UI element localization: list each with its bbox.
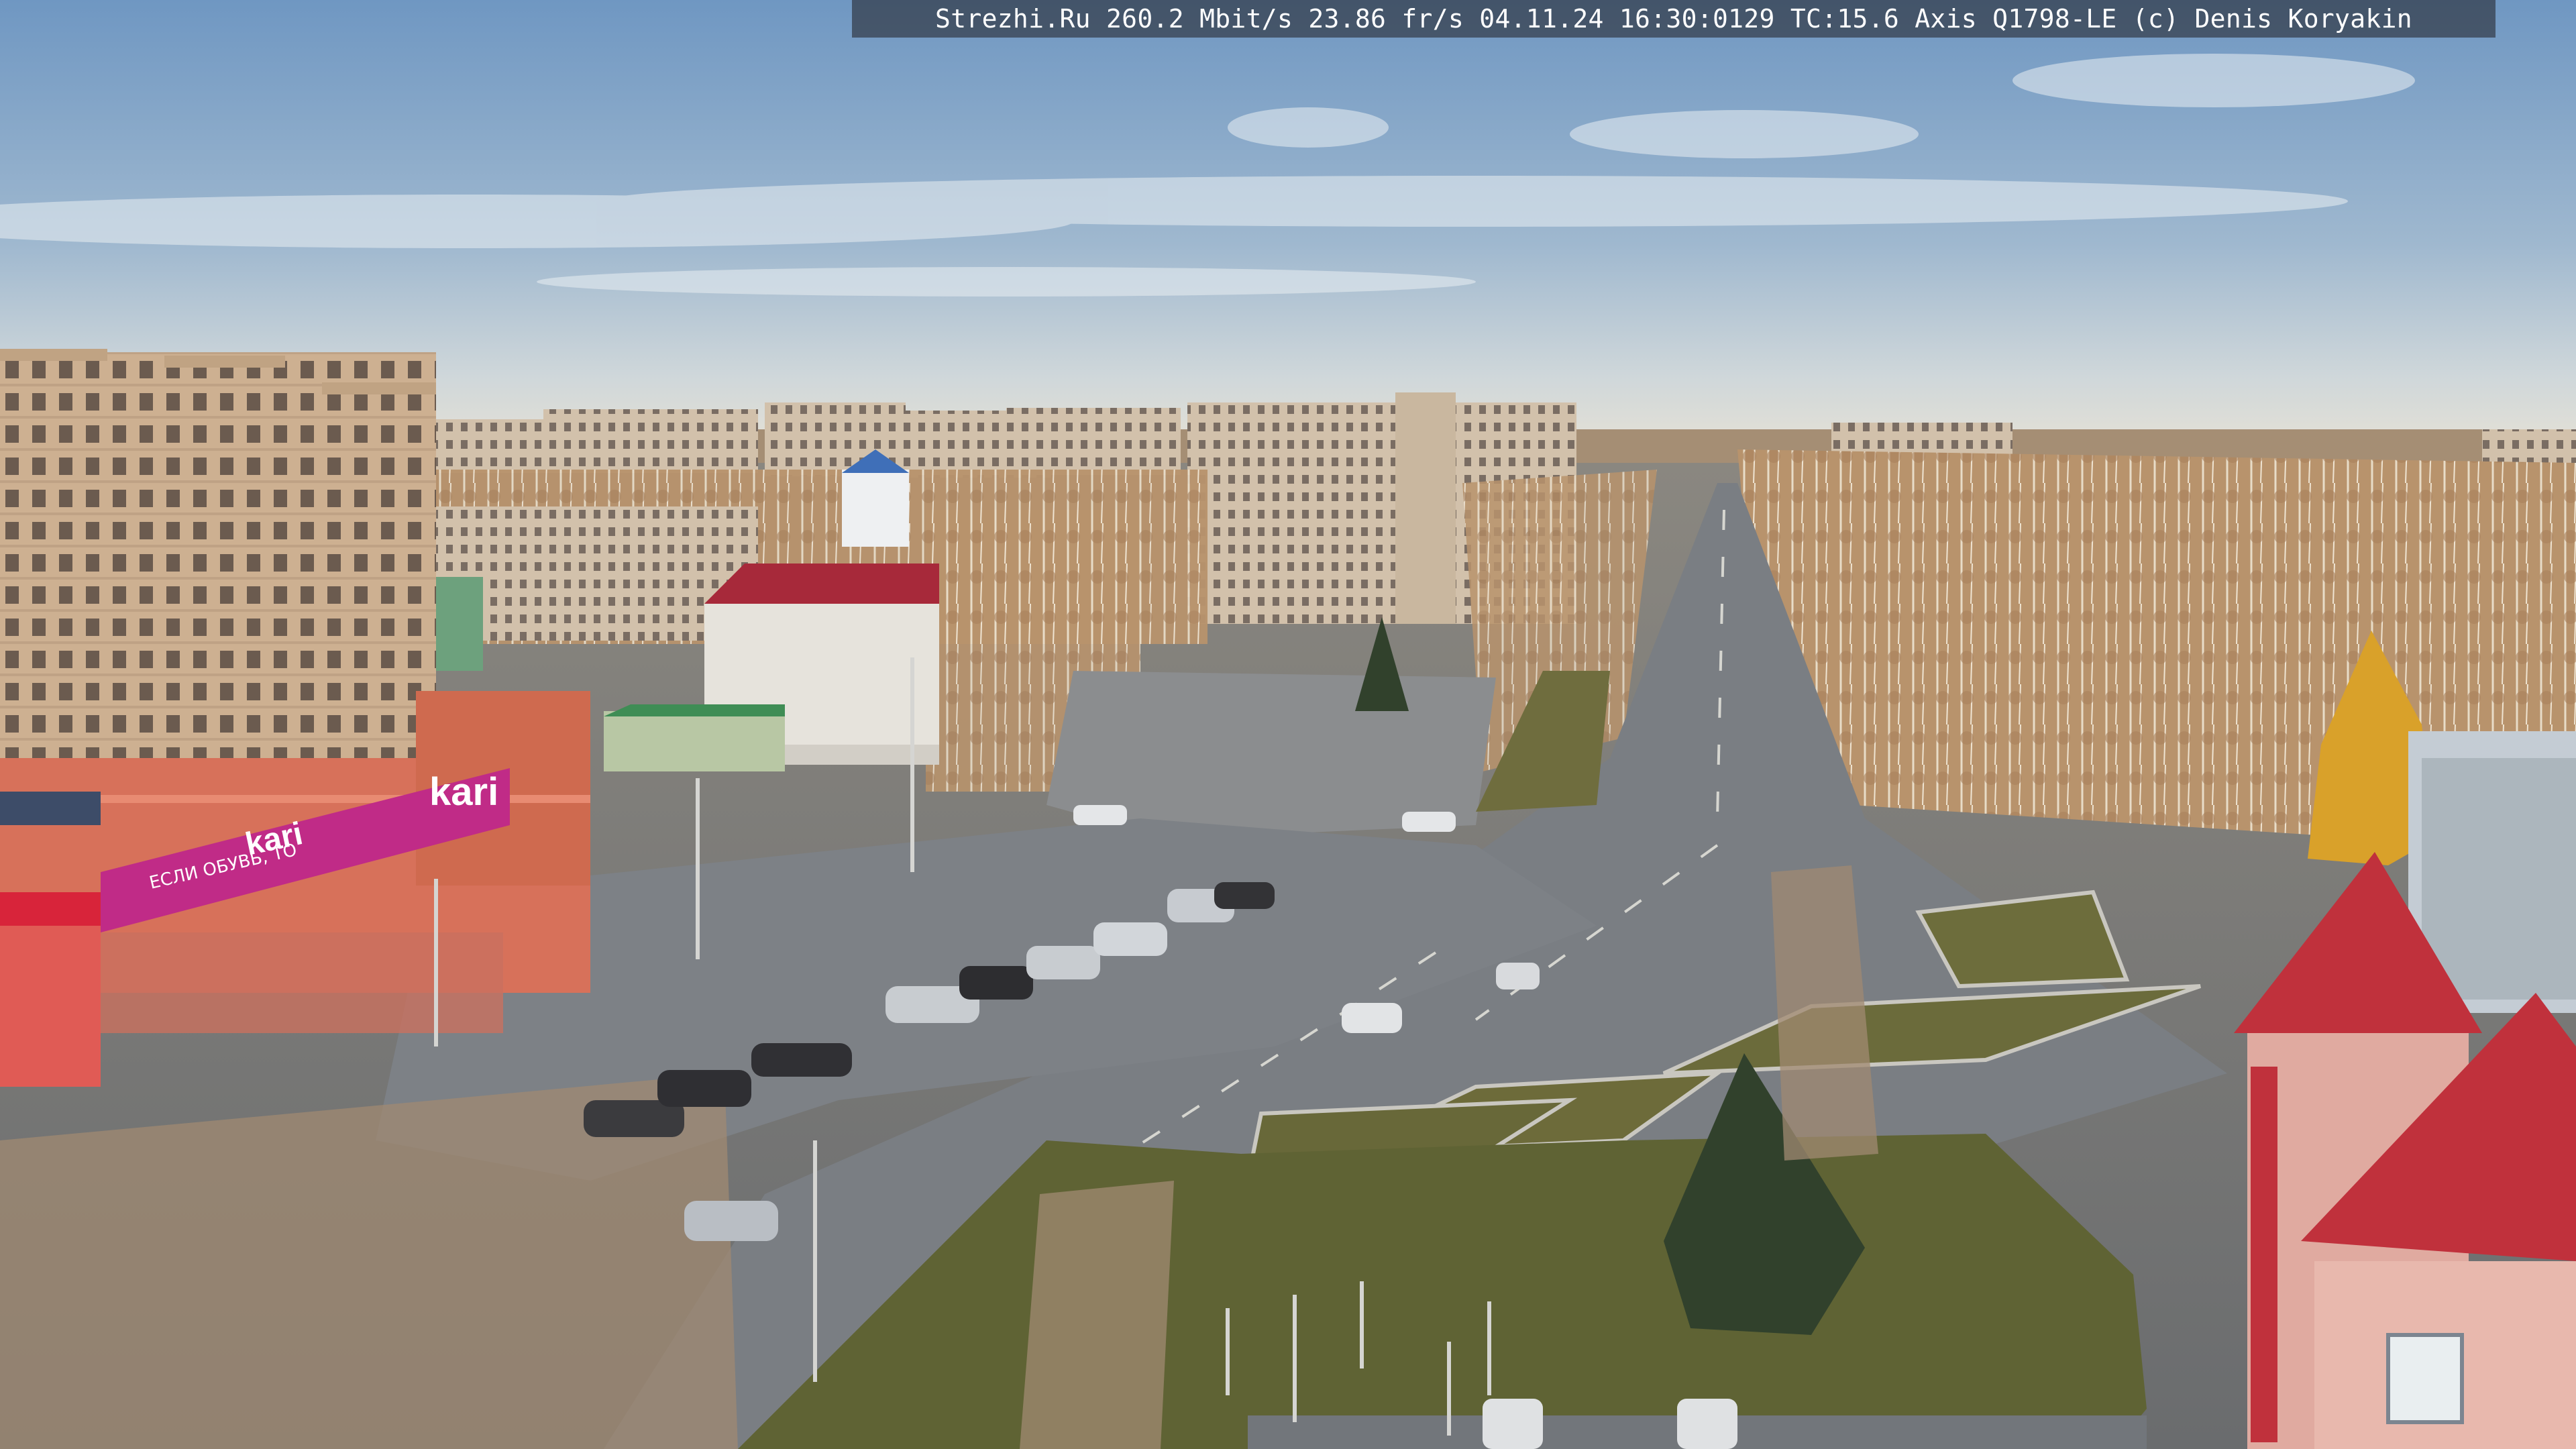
left-apartment-building: [0, 349, 436, 795]
camera-info-text: Strezhi.Ru 260.2 Mbit/s 23.86 fr/s 04.11…: [935, 4, 2412, 34]
camera-info-overlay: Strezhi.Ru 260.2 Mbit/s 23.86 fr/s 04.11…: [852, 0, 2496, 38]
webcam-frame: kari kari ЕСЛИ ОБУВЬ, ТО Strezhi.Ru 260.…: [0, 0, 2576, 1449]
city-view-image: kari kari ЕСЛИ ОБУВЬ, ТО: [0, 0, 2576, 1449]
kari-logo-large: kari: [429, 770, 498, 814]
